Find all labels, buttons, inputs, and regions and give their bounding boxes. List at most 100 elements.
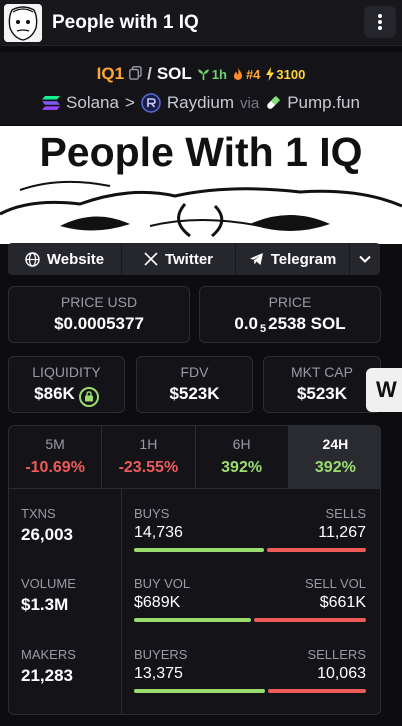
fdv-value: $523K [169,384,220,403]
makers-value: 21,283 [21,666,73,685]
token-avatar [4,3,42,42]
telegram-button[interactable]: Telegram [236,243,350,275]
base-token-symbol[interactable]: IQ1 [97,64,124,84]
txns-stat: TXNS 26,003 [21,506,73,545]
volume-stat: VOLUME $1.3M [21,576,76,615]
timeframe-tabs: 5M -10.69% 1H -23.55% 6H 392% 24H 392% [9,426,380,489]
liquidity-value: $86K [34,384,75,403]
tab-5m[interactable]: 5M -10.69% [9,426,103,488]
launchpad-name[interactable]: Pump.fun [287,93,360,113]
x-logo-icon [144,252,158,266]
sellers-value: 10,063 [317,665,366,682]
volume-value: $1.3M [21,595,69,614]
more-links-button[interactable] [350,243,380,275]
market-cap-label: MKT CAP [291,364,353,380]
solana-icon [42,96,61,110]
side-widget-badge[interactable]: W [366,368,402,412]
sell-vol-bar [253,618,366,622]
tab-6h[interactable]: 6H 392% [196,426,289,488]
liquidity-card: LIQUIDITY $86K [8,356,125,413]
website-button[interactable]: Website [8,243,122,275]
pair-row: IQ1 / SOL 1h #4 3100 [0,63,402,85]
via-label: via [240,94,260,112]
sells-value: 11,267 [318,524,366,541]
volume-label: VOLUME [21,576,76,591]
wojak-face-illustration [0,180,402,238]
makers-label: MAKERS [21,647,76,662]
telegram-label: Telegram [270,250,337,268]
price-native-label: PRICE [268,294,312,310]
market-cap-value: $523K [296,384,348,403]
tab-1h-change: -23.55% [118,459,179,476]
pair-age-value: 1h [211,66,227,82]
token-banner: People With 1 IQ [0,126,402,244]
pair-separator: / [147,64,152,83]
price-native-card: PRICE 0.0 5 2538 SOL [199,286,381,343]
pill-icon [267,95,281,109]
chain-name[interactable]: Solana [66,93,119,113]
txns-value: 26,003 [21,525,73,544]
tab-1h-label: 1H [139,436,158,452]
lock-icon[interactable] [78,386,99,407]
menu-button[interactable] [364,6,396,38]
telegram-icon [249,253,263,265]
buyers-ratio-bar [134,689,366,693]
price-native-prefix: 0.0 [234,314,258,333]
boost-count[interactable]: 3100 [265,67,305,82]
lightning-icon [266,67,275,81]
trending-rank[interactable]: #4 [232,67,260,82]
buyers-label: BUYERS [134,647,188,662]
price-native-value: 0.0 5 2538 SOL [200,314,380,335]
trending-rank-value: #4 [245,66,261,82]
tab-24h-label: 24H [322,436,349,452]
volume-ratio-bar [134,618,366,622]
copy-icon[interactable] [129,65,142,83]
chevron-down-icon [359,255,371,263]
price-usd-label: PRICE USD [60,294,138,310]
tab-24h[interactable]: 24H 392% [288,426,380,488]
page-title: People with 1 IQ [52,11,199,33]
txns-label: TXNS [21,506,56,521]
pair-info: IQ1 / SOL 1h #4 3100 Solana > Raydium vi… [0,52,402,124]
buy-vol-label: BUY VOL [134,576,191,591]
tab-24h-change: 392% [314,459,356,476]
liquidity-label: LIQUIDITY [32,364,101,380]
flame-icon [233,68,242,80]
chain-breadcrumb: Solana > Raydium via Pump.fun [0,91,402,115]
twitter-label: Twitter [164,250,214,268]
quote-token-symbol: SOL [156,64,192,83]
sellers-label: SELLERS [307,647,366,662]
buyers-sellers-stat: BUYERS SELLERS 13,375 10,063 [134,647,366,693]
buyers-bar [134,689,265,693]
buys-sells-ratio-bar [134,548,366,552]
tab-5m-change: -10.69% [25,459,85,476]
social-links-bar: Website Twitter Telegram [8,243,380,275]
tab-1h[interactable]: 1H -23.55% [102,426,196,488]
twitter-button[interactable]: Twitter [122,243,236,275]
globe-icon [25,251,40,267]
buy-vol-value: $689K [134,594,181,611]
sells-label: SELLS [325,506,366,521]
breadcrumb-separator: > [124,93,135,112]
fdv-label: FDV [180,364,209,380]
website-label: Website [46,250,105,268]
dex-name[interactable]: Raydium [167,93,234,113]
stats-divider [121,489,122,714]
raydium-icon [141,93,161,113]
price-native-zero-count: 5 [260,323,267,335]
tab-5m-label: 5M [45,436,65,452]
liquidity-row: $86K [9,384,124,407]
makers-stat: MAKERS 21,283 [21,647,76,686]
buys-bar [134,548,264,552]
buys-sells-stat: BUYS SELLS 14,736 11,267 [134,506,366,552]
buys-value: 14,736 [134,524,183,541]
stats-panel: 5M -10.69% 1H -23.55% 6H 392% 24H 392% T… [8,425,381,715]
more-vertical-icon [378,14,382,30]
top-bar: People with 1 IQ [0,0,402,46]
buyers-value: 13,375 [134,665,183,682]
sell-vol-label: SELL VOL [305,576,366,591]
pair-age: 1h [197,67,227,82]
market-cap-card: MKT CAP $523K [263,356,381,413]
volume-split-stat: BUY VOL SELL VOL $689K $661K [134,576,366,622]
fdv-card: FDV $523K [136,356,253,413]
